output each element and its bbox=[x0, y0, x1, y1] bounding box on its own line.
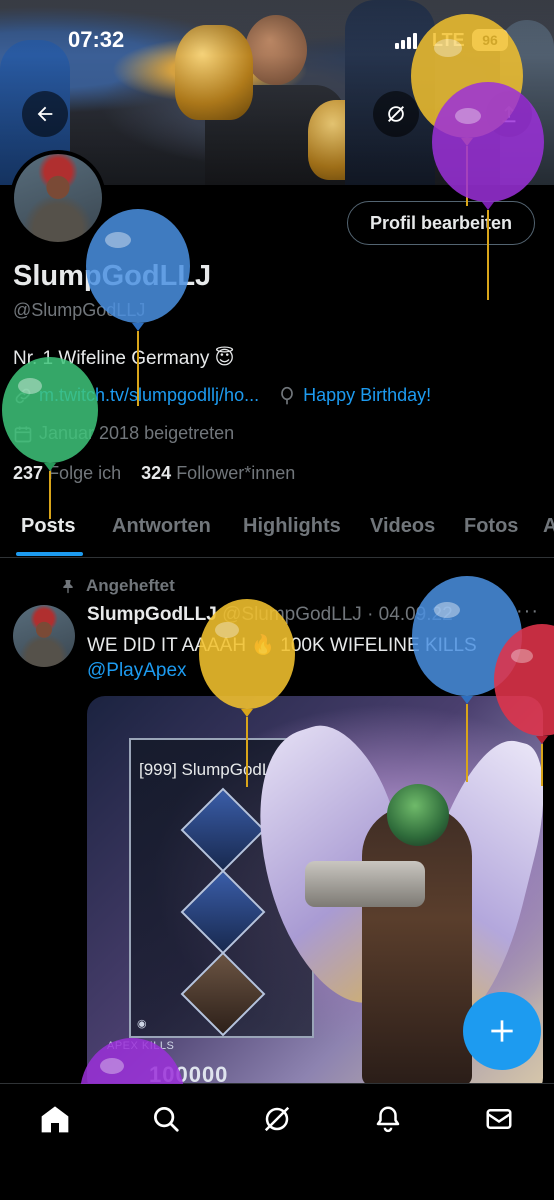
grok-banner-button[interactable] bbox=[373, 91, 419, 137]
pinned-label: Angeheftet bbox=[86, 576, 175, 595]
post-mention-link[interactable]: @PlayApex bbox=[87, 660, 187, 682]
follow-counts: 237 Folge ich 324 Follower*innen bbox=[13, 463, 295, 484]
following-count: 237 bbox=[13, 463, 44, 483]
joined-date: Januar 2018 beigetreten bbox=[39, 423, 235, 443]
post-text: WE DID IT AAAAH 🔥 100K WIFELINE KILLS bbox=[87, 635, 477, 656]
link-icon bbox=[15, 388, 31, 403]
grok-icon bbox=[264, 1106, 290, 1132]
followers-count: 324 bbox=[141, 463, 172, 483]
post-header: SlumpGodLLJ @SlumpGodLLJ · 04.09.22 bbox=[87, 604, 453, 626]
legend-character bbox=[362, 806, 472, 1086]
joined-row: Januar 2018 beigetreten bbox=[13, 423, 234, 444]
bottom-navigation bbox=[0, 1083, 554, 1200]
tab-highlights[interactable]: Highlights bbox=[243, 515, 341, 538]
display-name: SlumpGodLLJ bbox=[13, 260, 212, 292]
badge-icon bbox=[180, 787, 266, 873]
active-tab-indicator bbox=[16, 552, 83, 556]
back-arrow-icon bbox=[37, 106, 53, 122]
post-author-name[interactable]: SlumpGodLLJ bbox=[87, 604, 217, 625]
following-link[interactable]: 237 Folge ich bbox=[13, 463, 121, 483]
home-icon bbox=[41, 1106, 69, 1133]
edit-profile-button[interactable]: Profil bearbeiten bbox=[347, 201, 535, 245]
apex-kills-label: APEX KILLS bbox=[107, 1040, 175, 1052]
share-icon bbox=[502, 105, 516, 123]
banner-player-jersey bbox=[205, 85, 345, 185]
post-handle-date: @SlumpGodLLJ · 04.09.22 bbox=[222, 604, 453, 625]
grok-icon bbox=[388, 106, 404, 122]
pin-icon bbox=[63, 580, 73, 594]
signal-icon bbox=[395, 33, 417, 49]
tab-videos[interactable]: Videos bbox=[370, 515, 435, 538]
nav-notifications[interactable] bbox=[371, 1102, 405, 1136]
pinned-label-row: Angeheftet bbox=[60, 576, 175, 596]
following-label: Folge ich bbox=[48, 463, 122, 483]
banner-trophy-right bbox=[308, 100, 378, 180]
network-label: LTE bbox=[432, 30, 465, 50]
badge-icon bbox=[180, 869, 266, 955]
mail-icon bbox=[486, 1109, 512, 1129]
more-icon[interactable]: ··· bbox=[516, 600, 539, 623]
tab-fotos[interactable]: Fotos bbox=[464, 515, 518, 538]
profile-link[interactable]: m.twitch.tv/slumpgodllj/ho... bbox=[39, 385, 259, 406]
status-time: 07:32 bbox=[68, 27, 125, 52]
nav-search[interactable] bbox=[149, 1102, 183, 1136]
share-button[interactable] bbox=[486, 91, 532, 137]
tab-posts[interactable]: Posts bbox=[21, 515, 75, 538]
playstation-icon: ◉ bbox=[137, 1018, 147, 1030]
profile-handle: @SlumpGodLLJ bbox=[13, 300, 146, 320]
profile-tabs: Posts Antworten Highlights Videos Fotos … bbox=[0, 500, 554, 558]
status-bar: 07:32 LTE 96 bbox=[0, 0, 554, 84]
plus-icon bbox=[491, 1020, 513, 1042]
battery-icon: 96 bbox=[472, 29, 508, 51]
bell-icon bbox=[376, 1106, 400, 1133]
search-icon bbox=[154, 1107, 179, 1132]
tab-more[interactable]: A bbox=[543, 515, 554, 538]
birthday-text: Happy Birthday! bbox=[303, 385, 432, 405]
legend-weapon bbox=[305, 861, 425, 907]
legend-helmet bbox=[387, 784, 449, 846]
nav-messages[interactable] bbox=[482, 1102, 516, 1136]
followers-label: Follower*innen bbox=[176, 463, 296, 483]
calendar-icon bbox=[14, 426, 32, 442]
followers-link[interactable]: 324 Follower*innen bbox=[141, 463, 295, 483]
profile-avatar[interactable] bbox=[10, 150, 106, 246]
profile-meta-row: m.twitch.tv/slumpgodllj/ho... Happy Birt… bbox=[13, 385, 431, 406]
back-button[interactable] bbox=[22, 91, 68, 137]
nav-home[interactable] bbox=[38, 1102, 72, 1136]
profile-bio: Nr. 1 Wifeline Germany 😇 bbox=[13, 348, 235, 369]
balloon-icon bbox=[281, 386, 293, 404]
nav-grok[interactable] bbox=[260, 1102, 294, 1136]
compose-button[interactable] bbox=[463, 992, 541, 1070]
tab-antworten[interactable]: Antworten bbox=[112, 515, 211, 538]
post-author-avatar[interactable] bbox=[13, 605, 75, 667]
badge-icon bbox=[180, 951, 266, 1037]
